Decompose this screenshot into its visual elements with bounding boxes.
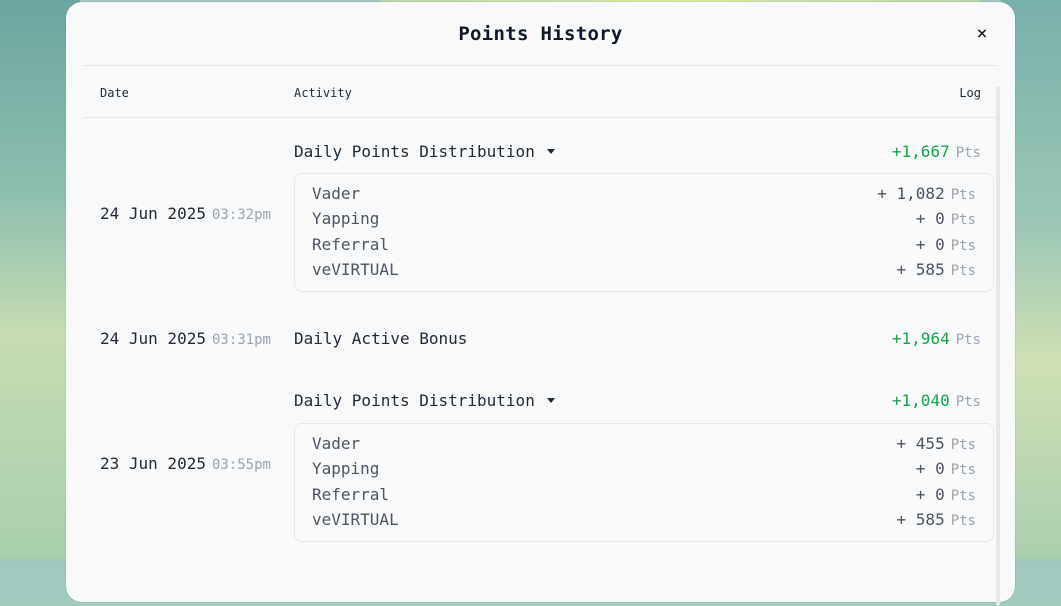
breakdown-value: + 455 Pts [896, 434, 976, 453]
activity-toggle[interactable]: Daily Points Distribution [294, 142, 555, 161]
breakdown-row: veVIRTUAL + 585 Pts [312, 260, 976, 282]
activity-toggle[interactable]: Daily Points Distribution [294, 391, 555, 410]
breakdown-row: veVIRTUAL + 585 Pts [312, 510, 976, 532]
close-button[interactable]: × [972, 23, 992, 44]
breakdown-label: veVIRTUAL [312, 260, 399, 279]
pts-unit: Pts [955, 394, 981, 410]
breakdown-row: Vader + 1,082 Pts [312, 184, 976, 206]
history-table: Date Activity Log Daily Points Distribut… [83, 66, 1000, 606]
modal-header: Points History × [83, 2, 998, 66]
activity-name: Daily Points Distribution [294, 391, 535, 410]
breakdown-value: + 1,082 Pts [877, 184, 976, 203]
points-breakdown: Vader + 455 Pts Yapping + 0 Pts Referral +… [294, 423, 994, 542]
row-total: +1,667 Pts [892, 142, 981, 161]
activity-name: Daily Points Distribution [294, 142, 535, 161]
breakdown-row: Referral + 0 Pts [312, 485, 976, 507]
breakdown-value: + 585 Pts [896, 260, 976, 279]
time-text: 03:55pm [211, 457, 271, 473]
row-total: +1,964 Pts [892, 329, 981, 348]
breakdown-row: Referral + 0 Pts [312, 235, 976, 257]
date-text: 24 Jun 2025 [100, 329, 206, 348]
caret-down-icon[interactable] [546, 149, 555, 154]
breakdown-label: Vader [312, 434, 361, 453]
pts-unit: Pts [955, 145, 981, 161]
date-text: 24 Jun 2025 [100, 204, 206, 223]
activity-name: Daily Active Bonus [294, 329, 468, 348]
breakdown-label: Referral [312, 485, 390, 504]
breakdown-label: Referral [312, 235, 390, 254]
breakdown-row: Yapping + 0 Pts [312, 209, 976, 231]
row-date: 23 Jun 2025 03:55pm [100, 454, 271, 473]
breakdown-row: Vader + 455 Pts [312, 434, 976, 456]
table-row: Daily Points Distribution +1,040 Pts 23 J… [83, 368, 998, 568]
points-history-modal: Points History × Date Activity Log Daily… [66, 2, 1015, 606]
header-date: Date [100, 86, 129, 100]
breakdown-value: + 0 Pts [915, 235, 976, 254]
date-text: 23 Jun 2025 [100, 454, 206, 473]
modal-title: Points History [458, 22, 623, 45]
time-text: 03:32pm [211, 207, 271, 223]
breakdown-value: + 585 Pts [896, 510, 976, 529]
breakdown-value: + 0 Pts [915, 459, 976, 478]
breakdown-label: Yapping [312, 459, 380, 478]
breakdown-label: Yapping [312, 209, 380, 228]
row-date: 24 Jun 2025 03:32pm [100, 204, 271, 223]
total-value: +1,964 [891, 329, 950, 348]
breakdown-value: + 0 Pts [915, 485, 976, 504]
header-log: Log [959, 86, 981, 100]
total-value: +1,040 [891, 391, 950, 410]
table-row: 24 Jun 2025 03:31pm Daily Active Bonus +1… [83, 318, 998, 368]
breakdown-label: veVIRTUAL [312, 510, 399, 529]
caret-down-icon[interactable] [546, 398, 555, 403]
points-breakdown: Vader + 1,082 Pts Yapping + 0 Pts Referral… [294, 173, 994, 292]
breakdown-label: Vader [312, 184, 361, 203]
table-header: Date Activity Log [83, 66, 998, 118]
row-total: +1,040 Pts [892, 391, 981, 410]
breakdown-row: Yapping + 0 Pts [312, 459, 976, 481]
table-row: Daily Points Distribution +1,667 Pts 24 J… [83, 118, 998, 318]
row-date: 24 Jun 2025 03:31pm [100, 329, 271, 348]
breakdown-value: + 0 Pts [915, 209, 976, 228]
time-text: 03:31pm [211, 332, 271, 348]
header-activity: Activity [294, 86, 352, 100]
total-value: +1,667 [891, 142, 950, 161]
pts-unit: Pts [955, 332, 981, 348]
